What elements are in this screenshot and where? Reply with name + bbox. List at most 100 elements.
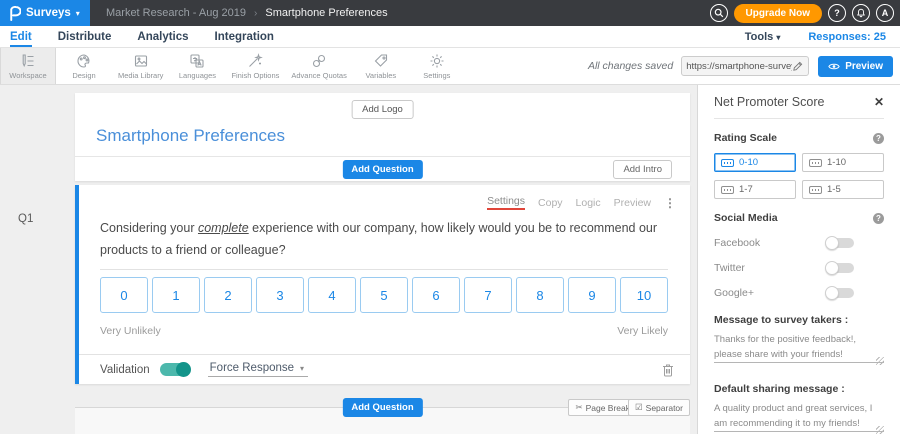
toolbar-item-settings[interactable]: Settings xyxy=(409,48,465,84)
rating-scale-options: 0-10 1-10 1-7 1-5 xyxy=(714,153,884,199)
header-footer-row: Add Question Add Intro xyxy=(75,156,690,181)
breadcrumb-parent[interactable]: Market Research - Aug 2019 xyxy=(106,7,246,19)
image-icon xyxy=(133,53,149,69)
magic-wand-icon xyxy=(247,53,263,69)
gear-icon xyxy=(429,53,445,69)
tab-logic[interactable]: Logic xyxy=(576,197,601,209)
facebook-toggle[interactable] xyxy=(827,238,854,248)
menu-analytics[interactable]: Analytics xyxy=(137,31,188,47)
message-to-takers-textarea[interactable]: Thanks for the positive feedback!, pleas… xyxy=(714,333,884,363)
help-icon[interactable]: ? xyxy=(873,213,884,224)
question-text[interactable]: Considering your complete experience wit… xyxy=(100,218,668,270)
preview-button[interactable]: Preview xyxy=(818,56,893,77)
notifications-button[interactable] xyxy=(852,4,870,22)
scale-option-9[interactable]: 9 xyxy=(568,277,616,313)
search-button[interactable] xyxy=(710,4,728,22)
close-icon[interactable]: ✕ xyxy=(874,95,884,109)
tools-menu[interactable]: Tools ▾ xyxy=(745,31,781,47)
validation-type-dropdown[interactable]: Force Response▾ xyxy=(208,362,308,377)
kebab-menu-icon[interactable]: ⋮ xyxy=(664,196,676,210)
chevron-down-icon: ▾ xyxy=(300,364,304,373)
scale-option-0-10[interactable]: 0-10 xyxy=(714,153,796,172)
add-intro-button[interactable]: Add Intro xyxy=(613,160,672,179)
tag-icon xyxy=(373,53,389,69)
question-settings-panel: Net Promoter Score ✕ Rating Scale ? 0-10… xyxy=(697,85,900,434)
scale-option-2[interactable]: 2 xyxy=(204,277,252,313)
message-to-takers-label: Message to survey takers : xyxy=(714,314,884,326)
workspace-icon xyxy=(20,53,36,69)
toolbar-item-variables[interactable]: Variables xyxy=(353,48,409,84)
scale-option-6[interactable]: 6 xyxy=(412,277,460,313)
avatar[interactable]: A xyxy=(876,4,894,22)
nps-scale-row: 0 1 2 3 4 5 6 7 8 9 10 xyxy=(100,277,668,313)
scale-option-1-10[interactable]: 1-10 xyxy=(802,153,884,172)
resize-handle-icon[interactable] xyxy=(876,426,884,434)
separator-button[interactable]: ☑Separator xyxy=(628,399,690,416)
upgrade-now-button[interactable]: Upgrade Now xyxy=(734,4,822,23)
tab-copy[interactable]: Copy xyxy=(538,197,563,209)
anchor-left: Very Unlikely xyxy=(100,325,161,337)
default-sharing-textarea[interactable]: A quality product and great services, I … xyxy=(714,402,884,432)
panel-title: Net Promoter Score xyxy=(714,95,824,109)
breadcrumb-separator-icon: › xyxy=(254,8,257,19)
survey-toolbar: Workspace Design Media Library Languages… xyxy=(0,48,900,85)
breadcrumb-current: Smartphone Preferences xyxy=(265,7,387,19)
help-icon[interactable]: ? xyxy=(873,133,884,144)
scale-anchor-labels: Very Unlikely Very Likely xyxy=(100,325,668,337)
palette-icon xyxy=(76,53,92,69)
edit-pencil-icon[interactable] xyxy=(792,61,803,72)
toolbar-item-design[interactable]: Design xyxy=(56,48,112,84)
toolbar-item-workspace[interactable]: Workspace xyxy=(0,48,56,84)
twitter-row: Twitter xyxy=(714,262,854,274)
menu-distribute[interactable]: Distribute xyxy=(58,31,112,47)
twitter-toggle[interactable] xyxy=(827,263,854,273)
sharing-textarea-wrap: A quality product and great services, I … xyxy=(714,402,884,434)
trash-icon[interactable] xyxy=(662,363,674,377)
validation-toggle[interactable] xyxy=(160,363,190,376)
chevron-down-icon: ▾ xyxy=(776,33,780,42)
scale-option-1-7[interactable]: 1-7 xyxy=(714,180,796,199)
googleplus-toggle[interactable] xyxy=(827,288,854,298)
menu-integration[interactable]: Integration xyxy=(215,31,274,47)
question-card: Settings Copy Logic Preview ⋮ Considerin… xyxy=(75,185,690,384)
scale-icon xyxy=(809,159,822,167)
scale-option-1-5[interactable]: 1-5 xyxy=(802,180,884,199)
rating-scale-label: Rating Scale xyxy=(714,132,777,144)
validation-label: Validation xyxy=(100,364,150,376)
scale-option-3[interactable]: 3 xyxy=(256,277,304,313)
help-button[interactable]: ? xyxy=(828,4,846,22)
toolbar-item-advance-quotas[interactable]: Advance Quotas xyxy=(285,48,352,84)
page-break-button[interactable]: ✂Page Break xyxy=(568,399,637,416)
survey-url-input[interactable] xyxy=(686,61,792,72)
scale-option-7[interactable]: 7 xyxy=(464,277,512,313)
main-area: Q1 Add Logo Smartphone Preferences Add Q… xyxy=(0,85,900,434)
scale-option-8[interactable]: 8 xyxy=(516,277,564,313)
scale-option-10[interactable]: 10 xyxy=(620,277,668,313)
toolbar-item-languages[interactable]: Languages xyxy=(169,48,225,84)
questionpro-logo-icon xyxy=(8,6,21,21)
add-question-button-top[interactable]: Add Question xyxy=(342,160,422,179)
survey-title[interactable]: Smartphone Preferences xyxy=(96,126,285,146)
tab-preview[interactable]: Preview xyxy=(614,197,651,209)
surveys-app-menu[interactable]: Surveys ▾ xyxy=(0,0,90,26)
menu-edit[interactable]: Edit xyxy=(10,31,32,47)
question-text-emphasis: complete xyxy=(198,221,249,235)
toggle-knob xyxy=(825,261,839,275)
toolbar-item-finish-options[interactable]: Finish Options xyxy=(225,48,285,84)
responses-link[interactable]: Responses: 25 xyxy=(808,31,886,47)
scale-option-1[interactable]: 1 xyxy=(152,277,200,313)
toolbar-item-media-library[interactable]: Media Library xyxy=(112,48,169,84)
bell-icon xyxy=(856,8,866,18)
scale-icon xyxy=(809,186,822,194)
add-logo-button[interactable]: Add Logo xyxy=(351,100,414,119)
scale-option-5[interactable]: 5 xyxy=(360,277,408,313)
panel-header: Net Promoter Score ✕ xyxy=(714,95,884,109)
social-media-label: Social Media xyxy=(714,212,778,224)
add-question-button-bottom[interactable]: Add Question xyxy=(342,398,422,417)
scale-option-0[interactable]: 0 xyxy=(100,277,148,313)
tab-settings[interactable]: Settings xyxy=(487,195,525,210)
resize-handle-icon[interactable] xyxy=(876,357,884,365)
scale-option-4[interactable]: 4 xyxy=(308,277,356,313)
links-icon xyxy=(311,53,327,69)
scissors-icon: ✂ xyxy=(575,402,582,413)
